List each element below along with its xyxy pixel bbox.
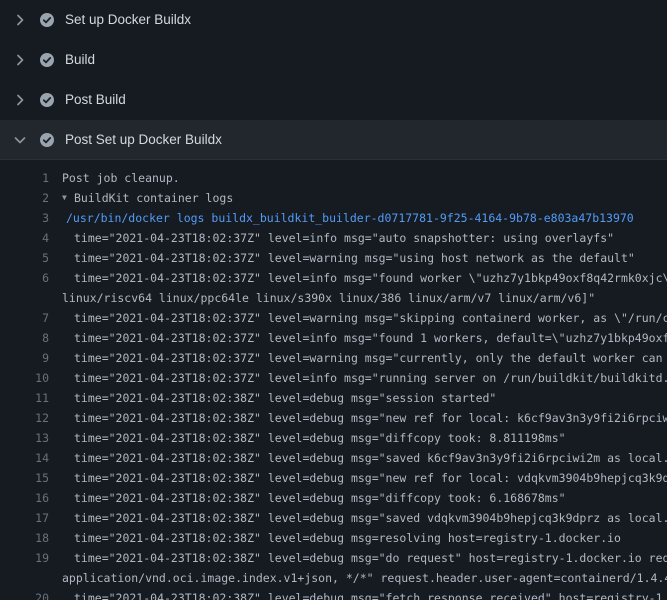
line-number[interactable]: 18 — [0, 528, 62, 548]
line-number[interactable]: 2 — [0, 188, 62, 208]
log-line: 8 time="2021-04-23T18:02:37Z" level=info… — [0, 328, 667, 348]
step-label: Post Set up Docker Buildx — [65, 132, 222, 148]
step-label: Set up Docker Buildx — [65, 12, 191, 28]
line-text: time="2021-04-23T18:02:37Z" level=warnin… — [62, 308, 667, 328]
group-collapse-arrow-icon[interactable]: ▼ — [62, 188, 74, 208]
step-row-build[interactable]: Build — [0, 40, 667, 80]
line-number[interactable] — [0, 288, 62, 308]
log-line: 13 time="2021-04-23T18:02:38Z" level=deb… — [0, 428, 667, 448]
line-text: time="2021-04-23T18:02:38Z" level=debug … — [62, 588, 667, 600]
log-line: 4 time="2021-04-23T18:02:37Z" level=info… — [0, 228, 667, 248]
step-row-post-build[interactable]: Post Build — [0, 80, 667, 120]
log-line: 12 time="2021-04-23T18:02:38Z" level=deb… — [0, 408, 667, 428]
log-line: 9 time="2021-04-23T18:02:37Z" level=warn… — [0, 348, 667, 368]
line-number[interactable]: 10 — [0, 368, 62, 388]
line-text: time="2021-04-23T18:02:37Z" level=info m… — [62, 328, 667, 348]
line-text: time="2021-04-23T18:02:38Z" level=debug … — [62, 528, 621, 548]
line-text: time="2021-04-23T18:02:38Z" level=debug … — [62, 508, 667, 528]
log-line: 11 time="2021-04-23T18:02:38Z" level=deb… — [0, 388, 667, 408]
log-line: application/vnd.oci.image.index.v1+json,… — [0, 568, 667, 588]
log-line: 17 time="2021-04-23T18:02:38Z" level=deb… — [0, 508, 667, 528]
line-number[interactable]: 15 — [0, 468, 62, 488]
log-line: 18 time="2021-04-23T18:02:38Z" level=deb… — [0, 528, 667, 548]
log-line: 19 time="2021-04-23T18:02:38Z" level=deb… — [0, 548, 667, 568]
log-line: 15 time="2021-04-23T18:02:38Z" level=deb… — [0, 468, 667, 488]
line-number[interactable]: 8 — [0, 328, 62, 348]
line-number[interactable]: 19 — [0, 548, 62, 568]
line-text: time="2021-04-23T18:02:37Z" level=info m… — [62, 228, 614, 248]
line-number[interactable]: 6 — [0, 268, 62, 288]
steps-list: Set up Docker Buildx Build Post Build — [0, 0, 667, 160]
line-text: Post job cleanup. — [62, 168, 180, 188]
step-row-post-set-up-docker-buildx[interactable]: Post Set up Docker Buildx — [0, 120, 667, 160]
line-number[interactable]: 12 — [0, 408, 62, 428]
line-number[interactable]: 3 — [0, 208, 62, 228]
line-text: time="2021-04-23T18:02:37Z" level=info m… — [62, 368, 667, 388]
line-text: time="2021-04-23T18:02:38Z" level=debug … — [62, 468, 667, 488]
line-number[interactable]: 4 — [0, 228, 62, 248]
log-line: 1 Post job cleanup. — [0, 168, 667, 188]
line-text: time="2021-04-23T18:02:38Z" level=debug … — [62, 428, 566, 448]
chevron-right-icon[interactable] — [12, 12, 28, 28]
log-line: 3 /usr/bin/docker logs buildx_buildkit_b… — [0, 208, 667, 228]
line-text: application/vnd.oci.image.index.v1+json,… — [62, 568, 667, 588]
log-line: 2 ▼BuildKit container logs — [0, 188, 667, 208]
log-line: 7 time="2021-04-23T18:02:37Z" level=warn… — [0, 308, 667, 328]
line-text: time="2021-04-23T18:02:37Z" level=warnin… — [62, 248, 635, 268]
line-text: time="2021-04-23T18:02:38Z" level=debug … — [62, 408, 667, 428]
line-number[interactable]: 1 — [0, 168, 62, 188]
log-line: 10 time="2021-04-23T18:02:37Z" level=inf… — [0, 368, 667, 388]
workflow-log-view: Set up Docker Buildx Build Post Build — [0, 0, 667, 600]
line-number[interactable]: 13 — [0, 428, 62, 448]
log-line: 6 time="2021-04-23T18:02:37Z" level=info… — [0, 268, 667, 288]
line-text: time="2021-04-23T18:02:38Z" level=debug … — [62, 548, 667, 568]
log-line: 14 time="2021-04-23T18:02:38Z" level=deb… — [0, 448, 667, 468]
line-number[interactable]: 20 — [0, 588, 62, 600]
line-number[interactable]: 16 — [0, 488, 62, 508]
check-circle-icon — [39, 12, 55, 28]
log-lines: 1 Post job cleanup. 2 ▼BuildKit containe… — [0, 160, 667, 600]
check-circle-icon — [39, 92, 55, 108]
chevron-right-icon[interactable] — [12, 52, 28, 68]
line-number[interactable]: 11 — [0, 388, 62, 408]
line-number[interactable]: 17 — [0, 508, 62, 528]
line-text: time="2021-04-23T18:02:37Z" level=info m… — [62, 268, 667, 288]
line-text: time="2021-04-23T18:02:37Z" level=warnin… — [62, 348, 667, 368]
line-number[interactable]: 7 — [0, 308, 62, 328]
line-text: time="2021-04-23T18:02:38Z" level=debug … — [62, 388, 496, 408]
chevron-right-icon[interactable] — [12, 92, 28, 108]
check-circle-icon — [39, 52, 55, 68]
line-text: time="2021-04-23T18:02:38Z" level=debug … — [62, 448, 667, 468]
log-line: 20 time="2021-04-23T18:02:38Z" level=deb… — [0, 588, 667, 600]
line-text: /usr/bin/docker logs buildx_buildkit_bui… — [62, 208, 634, 228]
chevron-down-icon[interactable] — [12, 132, 28, 148]
check-circle-icon — [39, 132, 55, 148]
step-row-set-up-docker-buildx[interactable]: Set up Docker Buildx — [0, 0, 667, 40]
line-number[interactable] — [0, 568, 62, 588]
step-label: Build — [65, 52, 95, 68]
line-text: time="2021-04-23T18:02:38Z" level=debug … — [62, 488, 566, 508]
log-line: 5 time="2021-04-23T18:02:37Z" level=warn… — [0, 248, 667, 268]
line-number[interactable]: 5 — [0, 248, 62, 268]
line-number[interactable]: 14 — [0, 448, 62, 468]
step-label: Post Build — [65, 92, 126, 108]
log-line: linux/riscv64 linux/ppc64le linux/s390x … — [0, 288, 667, 308]
line-text: linux/riscv64 linux/ppc64le linux/s390x … — [62, 288, 595, 308]
line-text: BuildKit container logs — [74, 188, 233, 208]
line-number[interactable]: 9 — [0, 348, 62, 368]
log-line: 16 time="2021-04-23T18:02:38Z" level=deb… — [0, 488, 667, 508]
